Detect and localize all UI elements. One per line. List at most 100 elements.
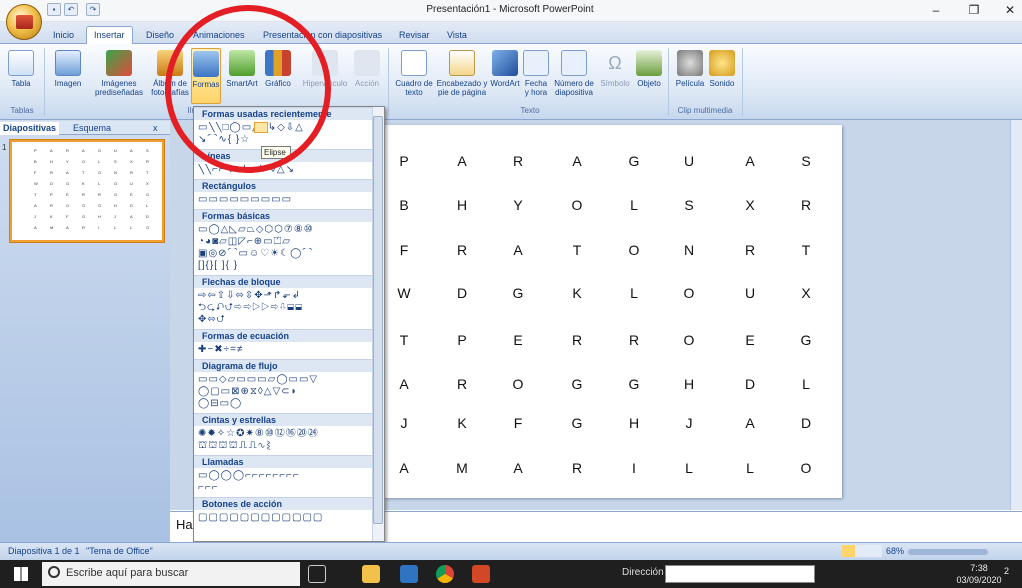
group-texto: Texto bbox=[520, 106, 540, 115]
tab-vista[interactable]: Vista bbox=[440, 27, 474, 44]
block-arrows-1[interactable]: ⇨⇦⇧⇩⬄⇳✥⬏↱⬐↲ bbox=[198, 290, 374, 301]
chrome-icon[interactable] bbox=[436, 565, 454, 583]
grid-letter: L bbox=[802, 376, 810, 392]
action-icon bbox=[354, 50, 380, 76]
close-button[interactable]: ✕ bbox=[998, 3, 1022, 19]
stars-1[interactable]: ✺✹✧☆✪✷⑧⑩⑫⑯⑳㉔ bbox=[198, 428, 374, 439]
close-pane-icon[interactable]: x bbox=[150, 122, 161, 135]
zoom-level[interactable]: 68% bbox=[886, 546, 904, 556]
taskbar-search[interactable]: Escribe aquí para buscar bbox=[42, 562, 300, 586]
tab-diseno[interactable]: Diseño bbox=[139, 27, 181, 44]
textbox-icon bbox=[401, 50, 427, 76]
save-icon[interactable]: ▪ bbox=[47, 3, 61, 16]
callouts-2[interactable]: ⌐⌐⌐ bbox=[198, 482, 374, 493]
view-buttons[interactable] bbox=[842, 545, 882, 557]
thumb-letter: R bbox=[130, 170, 133, 175]
thumb-letter: G bbox=[98, 148, 102, 153]
wordart-button[interactable]: WordArt bbox=[488, 50, 522, 88]
thumb-letter: L bbox=[98, 181, 101, 186]
thumb-letter: L bbox=[130, 225, 133, 230]
slide-thumbnail[interactable]: P A R A G U A S B H Y O L S X R F R A T O N R T W D G K L O U X T P E R R O E G… bbox=[10, 140, 164, 242]
clock-date: 03/09/2020 bbox=[956, 575, 1002, 585]
clock[interactable]: 7:38 03/09/2020 bbox=[951, 562, 1007, 586]
thumb-letter: O bbox=[66, 203, 70, 208]
undo-icon[interactable]: ↶ bbox=[64, 3, 78, 16]
block-arrows-3[interactable]: ✥⬄⮍ bbox=[198, 314, 374, 325]
minimize-button[interactable]: – bbox=[924, 3, 948, 19]
tab-inicio[interactable]: Inicio bbox=[46, 27, 81, 44]
tabla-button[interactable]: Tabla bbox=[4, 50, 38, 88]
grid-letter: P bbox=[457, 332, 467, 348]
grid-letter: A bbox=[513, 460, 523, 476]
status-theme[interactable]: "Tema de Office" bbox=[86, 546, 153, 556]
address-input[interactable] bbox=[665, 565, 815, 583]
imagen-button[interactable]: Imagen bbox=[50, 50, 86, 88]
clock-time: 7:38 bbox=[970, 563, 988, 573]
flowchart-1[interactable]: ▭▭◇▱▭▭▭▱◯▭▭▽ bbox=[198, 374, 374, 385]
thumb-letter: I bbox=[98, 225, 100, 230]
thumb-letter: H bbox=[114, 203, 117, 208]
cuadro-texto-label: Cuadro de texto bbox=[395, 79, 433, 97]
tab-revisar[interactable]: Revisar bbox=[392, 27, 437, 44]
equation-shapes[interactable]: ✚−✖÷=≠ bbox=[198, 344, 374, 355]
powerpoint-icon[interactable] bbox=[472, 565, 490, 583]
window-title: Presentación1 - Microsoft PowerPoint bbox=[426, 4, 594, 15]
basic-shapes-2[interactable]: ◔◕◙▱◫◸⌐⊕▭⏍▱ bbox=[198, 236, 374, 247]
pelicula-button[interactable]: Película bbox=[674, 50, 706, 88]
numero-button[interactable]: Número de diapositiva bbox=[550, 50, 598, 97]
imagen-label: Imagen bbox=[54, 79, 82, 88]
office-button[interactable] bbox=[6, 4, 42, 40]
fecha-button[interactable]: Fecha y hora bbox=[522, 50, 550, 97]
windows-start-icon[interactable] bbox=[14, 567, 28, 581]
grid-letter: T bbox=[572, 242, 582, 258]
speaker-icon bbox=[709, 50, 735, 76]
thumb-letter: A bbox=[34, 225, 37, 230]
tab-esquema[interactable]: Esquema bbox=[70, 122, 114, 135]
basic-shapes-3[interactable]: ▣◎⊘⌒▭☺♡☀☾◯⌒ bbox=[198, 248, 374, 259]
objeto-button[interactable]: Objeto bbox=[632, 50, 666, 88]
cuadro-texto-button[interactable]: Cuadro de texto bbox=[392, 50, 436, 97]
grid-letter: G bbox=[800, 332, 812, 348]
tab-diapositivas[interactable]: Diapositivas bbox=[0, 122, 60, 135]
address-label: Dirección bbox=[622, 567, 664, 578]
flowchart-2[interactable]: ◯▢▭⊠⊕⧖◊△▽⊂◗ bbox=[198, 386, 374, 397]
thumb-letter: S bbox=[114, 159, 117, 164]
restore-button[interactable]: ❐ bbox=[962, 3, 986, 19]
file-explorer-icon[interactable] bbox=[362, 565, 380, 583]
task-view-icon[interactable] bbox=[308, 565, 326, 583]
slide-canvas[interactable]: P A R A G U A S B H Y O L S X R F R A T O N R T W D G K L O U X T P E R R O E G… bbox=[384, 125, 842, 498]
imagenes-prediseñadas-button[interactable]: Imágenes prediseñadas bbox=[86, 50, 152, 97]
callouts-1[interactable]: ▭◯◯◯⌐⌐⌐⌐⌐⌐⌐⌐ bbox=[198, 470, 374, 481]
encabezado-button[interactable]: Encabezado y pie de página bbox=[436, 50, 488, 97]
stars-2[interactable]: ⛫⛫⛫⛫⎍⎍∿⌇ bbox=[198, 440, 374, 451]
vertical-scrollbar[interactable] bbox=[1010, 120, 1022, 510]
block-arrows-2[interactable]: ⮌⮎⮏⮍⇨⇨▷▷⇨⇩⬓⬓ bbox=[198, 302, 374, 313]
grid-letter: X bbox=[745, 197, 755, 213]
grid-letter: L bbox=[746, 460, 754, 476]
rectangle-shapes[interactable]: ▭▭▭▭▭▭▭▭▭ bbox=[198, 194, 374, 205]
section-ecuacion: Formas de ecuación bbox=[194, 329, 374, 342]
accion-button[interactable]: Acción bbox=[350, 50, 384, 88]
tab-insertar[interactable]: Insertar bbox=[86, 26, 133, 45]
flowchart-3[interactable]: ◯⊟▭◯ bbox=[198, 398, 374, 409]
zoom-slider[interactable] bbox=[908, 549, 988, 555]
encabezado-label: Encabezado y pie de página bbox=[436, 79, 488, 97]
shapes-gallery[interactable]: Formas usadas recientemente ▭╲╲□◯▭△⌐↳◇⇩△… bbox=[193, 106, 385, 542]
grid-letter: R bbox=[744, 242, 756, 258]
simbolo-button[interactable]: Ω Símbolo bbox=[598, 50, 632, 88]
group-separator bbox=[388, 48, 389, 116]
grid-letter: G bbox=[571, 415, 583, 431]
sonido-button[interactable]: Sonido bbox=[706, 50, 738, 88]
notification-icon[interactable]: 2 bbox=[1004, 566, 1009, 576]
gallery-scroll-thumb[interactable] bbox=[373, 116, 383, 524]
grid-letter: L bbox=[630, 197, 638, 213]
action-buttons[interactable]: ▢▢▢▢▢▢▢▢▢▢▢▢ bbox=[198, 512, 374, 523]
thumb-letter: R bbox=[50, 203, 53, 208]
basic-shapes-4[interactable]: []{}[ ]{ } bbox=[198, 260, 374, 271]
thumb-letter: A bbox=[82, 148, 85, 153]
app-icon[interactable] bbox=[400, 565, 418, 583]
grid-letter: D bbox=[744, 376, 756, 392]
redo-icon[interactable]: ↷ bbox=[86, 3, 100, 16]
grid-letter: F bbox=[399, 242, 409, 258]
basic-shapes-1[interactable]: ▭◯△◺▱⏢◇⬡⬡⑦⑧⑩ bbox=[198, 224, 374, 235]
